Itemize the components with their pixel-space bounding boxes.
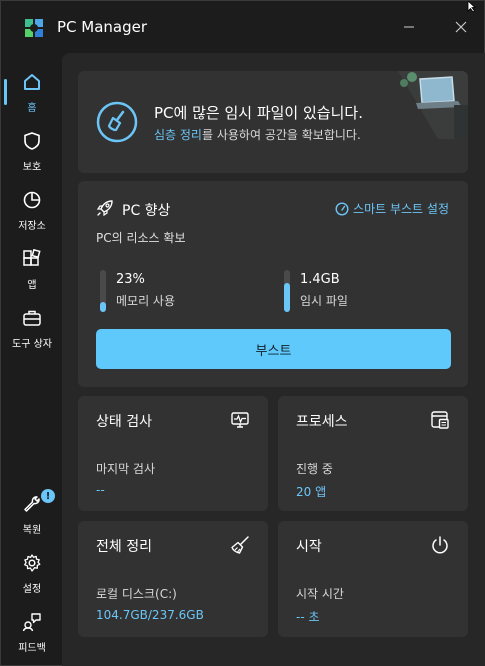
sidebar-item-label: 복원 bbox=[22, 525, 42, 536]
sidebar-item-storage[interactable]: 저장소 bbox=[1, 183, 63, 239]
main-panel: PC에 많은 임시 파일이 있습니다. 심층 정리를 사용하여 공간을 확보합니… bbox=[62, 53, 485, 666]
apps-icon bbox=[21, 248, 43, 270]
banner-title: PC에 많은 임시 파일이 있습니다. bbox=[154, 104, 363, 122]
sidebar-item-protection[interactable]: 보호 bbox=[1, 124, 63, 180]
banner-subtitle-text: 를 사용하여 공간을 확보합니다. bbox=[201, 128, 361, 142]
process-label: 진행 중 bbox=[296, 462, 333, 476]
title-bar: PC Manager bbox=[1, 1, 484, 53]
temp-files-fill bbox=[284, 283, 290, 312]
app-window: PC Manager 홈 보호 저장소 앱 도구 상자 ! 복원 설정 피드백 … bbox=[0, 0, 485, 666]
health-monitor-icon bbox=[231, 412, 249, 428]
temp-files-value: 1.4GB bbox=[300, 272, 340, 287]
shield-icon bbox=[21, 130, 43, 152]
banner-subtitle: 심층 정리를 사용하여 공간을 확보합니다. bbox=[154, 126, 361, 143]
pc-boost-card: PC 향상 스마트 부스트 설정 PC의 리소스 확보 23% 메모리 사용 1… bbox=[78, 181, 468, 387]
process-window-icon bbox=[431, 411, 449, 429]
startup-title: 시작 bbox=[296, 539, 322, 555]
memory-usage-fill bbox=[100, 302, 106, 312]
broom-icon bbox=[231, 536, 249, 554]
boost-description: PC의 리소스 확보 bbox=[96, 231, 186, 245]
deep-clean-link[interactable]: 심층 정리 bbox=[154, 128, 202, 142]
sidebar-item-label: 보호 bbox=[22, 162, 42, 173]
health-check-value: -- bbox=[96, 483, 105, 497]
process-tile[interactable]: 프로세스 진행 중 20 앱 bbox=[278, 396, 468, 511]
app-logo-icon bbox=[25, 19, 43, 37]
broom-circle-icon bbox=[96, 101, 138, 143]
temp-files-label: 임시 파일 bbox=[300, 294, 348, 308]
startup-label: 시작 시간 bbox=[296, 587, 344, 601]
sidebar-item-label: 설정 bbox=[22, 584, 42, 595]
temp-files-banner[interactable]: PC에 많은 임시 파일이 있습니다. 심층 정리를 사용하여 공간을 확보합니… bbox=[78, 71, 468, 173]
sidebar-item-apps[interactable]: 앱 bbox=[1, 242, 63, 298]
gear-icon bbox=[21, 552, 43, 574]
process-value: 20 앱 bbox=[296, 485, 327, 499]
app-title: PC Manager bbox=[57, 18, 148, 36]
minimize-button[interactable] bbox=[397, 15, 421, 39]
wrench-icon bbox=[21, 493, 43, 515]
health-check-label: 마지막 검사 bbox=[96, 462, 156, 476]
boost-button[interactable]: 부스트 bbox=[96, 329, 451, 369]
speedometer-icon bbox=[335, 201, 349, 216]
close-button[interactable] bbox=[449, 15, 473, 39]
mouse-cursor-icon bbox=[467, 1, 477, 13]
close-icon bbox=[455, 21, 467, 33]
temp-files-meter bbox=[284, 270, 290, 312]
home-icon bbox=[21, 71, 43, 93]
sidebar-item-home[interactable]: 홈 bbox=[1, 65, 63, 121]
memory-usage-value: 23% bbox=[116, 272, 145, 287]
toolbox-icon bbox=[21, 307, 43, 329]
full-cleanup-tile[interactable]: 전체 정리 로컬 디스크(C:) 104.7GB/237.6GB bbox=[78, 521, 268, 637]
minimize-icon bbox=[404, 26, 414, 28]
sidebar-item-restore[interactable]: ! 복원 bbox=[1, 487, 63, 543]
rocket-icon bbox=[96, 200, 113, 217]
sidebar-item-settings[interactable]: 설정 bbox=[1, 546, 63, 602]
smart-boost-settings-link[interactable]: 스마트 부스트 설정 bbox=[335, 200, 449, 217]
feedback-icon bbox=[21, 611, 43, 633]
memory-usage-label: 메모리 사용 bbox=[116, 294, 176, 308]
startup-value: -- 초 bbox=[296, 610, 320, 624]
startup-tile[interactable]: 시작 시작 시간 -- 초 bbox=[278, 521, 468, 637]
health-check-title: 상태 검사 bbox=[96, 414, 152, 430]
memory-usage-meter bbox=[100, 270, 106, 312]
power-icon bbox=[432, 536, 448, 554]
full-cleanup-value: 104.7GB/237.6GB bbox=[96, 608, 204, 622]
notification-badge: ! bbox=[41, 489, 55, 503]
sidebar-item-label: 앱 bbox=[27, 280, 37, 291]
sidebar-item-label: 피드백 bbox=[18, 643, 46, 654]
sidebar-item-toolbox[interactable]: 도구 상자 bbox=[1, 301, 63, 357]
boost-title: PC 향상 bbox=[122, 203, 171, 219]
active-indicator bbox=[4, 79, 7, 105]
full-cleanup-title: 전체 정리 bbox=[96, 539, 152, 555]
smart-boost-settings-label: 스마트 부스트 설정 bbox=[353, 202, 449, 216]
process-title: 프로세스 bbox=[296, 414, 348, 430]
sidebar-item-feedback[interactable]: 피드백 bbox=[1, 605, 63, 661]
laptop-illustration-icon bbox=[398, 71, 468, 139]
sidebar-item-label: 저장소 bbox=[18, 221, 46, 232]
pie-chart-icon bbox=[21, 189, 43, 211]
health-check-tile[interactable]: 상태 검사 마지막 검사 -- bbox=[78, 396, 268, 511]
full-cleanup-label: 로컬 디스크(C:) bbox=[96, 587, 177, 601]
sidebar-item-label: 도구 상자 bbox=[12, 339, 52, 350]
sidebar-item-label: 홈 bbox=[27, 103, 37, 114]
sidebar: 홈 보호 저장소 앱 도구 상자 ! 복원 설정 피드백 bbox=[1, 53, 63, 666]
